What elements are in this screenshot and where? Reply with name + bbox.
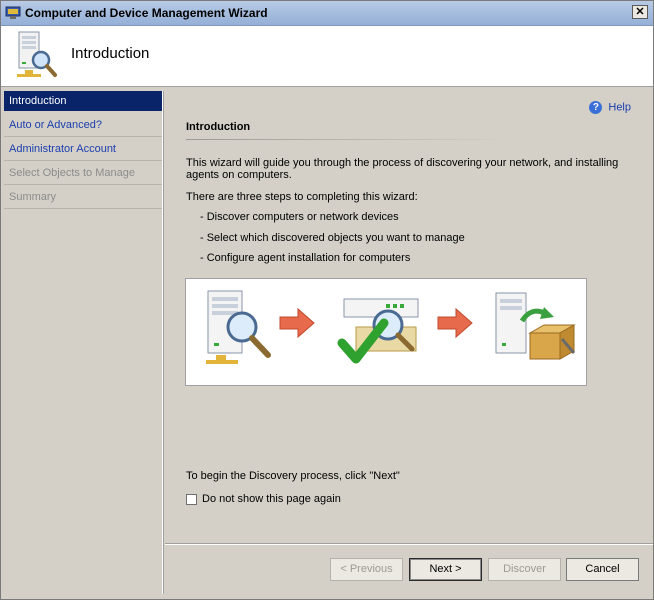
nav-divider: [4, 184, 162, 185]
intro-text: This wizard will guide you through the p…: [186, 157, 619, 181]
nav-item-introduction[interactable]: Introduction: [4, 91, 162, 111]
previous-button[interactable]: < Previous: [330, 558, 403, 581]
dont-show-again-checkbox[interactable]: [186, 493, 197, 505]
wizard-window: Computer and Device Management Wizard ✕ …: [0, 0, 654, 600]
dont-show-again-label[interactable]: Do not show this page again: [202, 493, 341, 505]
dont-show-again-row[interactable]: Do not show this page again: [186, 493, 341, 505]
step-item: - Discover computers or network devices: [200, 211, 399, 223]
nav-divider: [4, 208, 162, 209]
title-bar[interactable]: Computer and Device Management Wizard ✕: [1, 1, 653, 26]
window-title: Computer and Device Management Wizard: [25, 6, 268, 20]
next-button[interactable]: Next >: [409, 558, 482, 581]
discover-button[interactable]: Discover: [488, 558, 561, 581]
help-label: Help: [608, 101, 631, 114]
help-question-icon: ?: [589, 101, 603, 114]
arrow-right-icon: [279, 307, 315, 339]
begin-instruction: To begin the Discovery process, click "N…: [186, 470, 400, 482]
computer-agent-install-icon: [495, 292, 576, 360]
process-diagram: [185, 278, 587, 386]
close-icon: ✕: [635, 6, 645, 18]
steps-intro-text: There are three steps to completing this…: [186, 191, 418, 203]
step-item: - Select which discovered objects you wa…: [200, 232, 465, 244]
section-title: Introduction: [186, 121, 251, 133]
server-search-icon: [206, 290, 271, 364]
arrow-right-icon: [437, 307, 473, 339]
cancel-button[interactable]: Cancel: [566, 558, 639, 581]
wizard-header: Introduction: [1, 26, 653, 87]
section-divider: [186, 139, 511, 140]
server-magnifier-icon: [17, 31, 57, 77]
nav-divider: [4, 136, 162, 137]
close-button[interactable]: ✕: [632, 5, 648, 19]
footer-divider: [165, 543, 653, 545]
network-device-check-icon: [337, 298, 419, 364]
nav-divider: [4, 160, 162, 161]
wizard-computer-icon: [5, 6, 21, 19]
wizard-steps-nav: Introduction Auto or Advanced? Administr…: [4, 91, 163, 594]
wizard-content: ? Help Introduction This wizard will guid…: [165, 87, 653, 542]
step-item: - Configure agent installation for compu…: [200, 252, 411, 264]
help-link[interactable]: ? Help: [589, 101, 631, 114]
page-title: Introduction: [71, 45, 150, 62]
